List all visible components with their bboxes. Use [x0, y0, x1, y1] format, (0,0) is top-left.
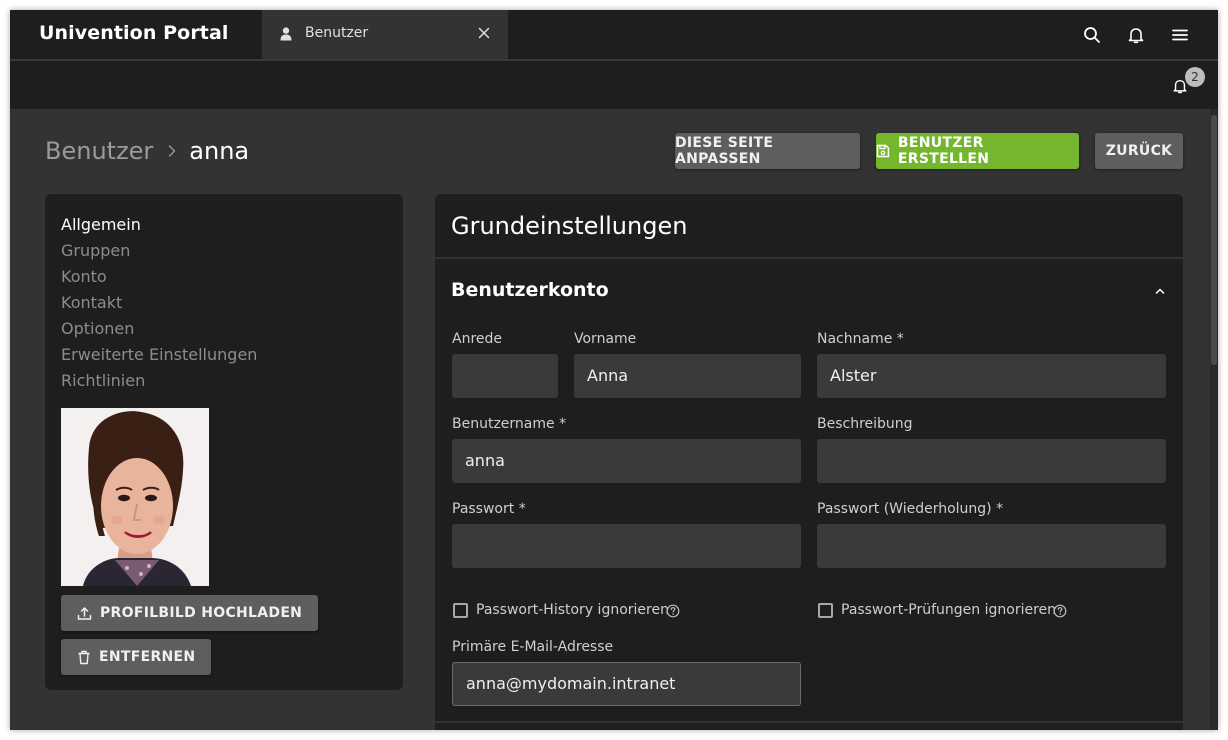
section-divider	[435, 721, 1183, 723]
sidebar-item-allgemein[interactable]: Allgemein	[61, 215, 141, 234]
passwort-field[interactable]	[452, 524, 801, 568]
user-icon	[280, 27, 292, 41]
password-history-label: Passwort-History ignorieren	[476, 602, 669, 618]
benutzername-field[interactable]: anna	[452, 439, 801, 483]
section-title[interactable]: Benutzerkonto	[451, 279, 609, 301]
notification-count-badge[interactable]: 2	[1185, 67, 1205, 87]
sidebar-item-konto[interactable]: Konto	[61, 267, 107, 286]
anrede-label: Anrede	[452, 331, 503, 347]
benutzername-label: Benutzername *	[452, 416, 567, 432]
breadcrumb: Benutzer anna	[45, 137, 249, 165]
panel-divider	[435, 257, 1183, 259]
create-user-label: BENUTZER ERSTELLEN	[897, 135, 990, 167]
sidebar-item-erweiterte-einstellungen[interactable]: Erweiterte Einstellungen	[61, 345, 257, 364]
top-bar: Univention Portal Benutzer	[10, 10, 1218, 59]
anrede-field[interactable]	[452, 354, 558, 398]
search-icon[interactable]	[1083, 26, 1101, 44]
passwort-wiederholung-field[interactable]	[817, 524, 1166, 568]
passwort-wiederholung-label: Passwort (Wiederholung) *	[817, 501, 1004, 517]
chevron-up-icon[interactable]	[1153, 284, 1167, 298]
customize-page-button[interactable]: DIESE SEITE ANPASSEN	[675, 133, 860, 169]
upload-icon	[77, 606, 92, 620]
tab-benutzer[interactable]: Benutzer	[262, 10, 508, 59]
sidebar-item-gruppen[interactable]: Gruppen	[61, 241, 130, 260]
portal-title[interactable]: Univention Portal	[39, 22, 229, 44]
help-icon[interactable]	[666, 604, 680, 618]
nachname-field[interactable]: Alster	[817, 354, 1166, 398]
sidebar-item-kontakt[interactable]: Kontakt	[61, 293, 122, 312]
tab-label: Benutzer	[305, 25, 369, 41]
app-window: Univention Portal Benutzer 2 Benutzer an…	[10, 10, 1218, 730]
remove-photo-button[interactable]: ENTFERNEN	[61, 639, 212, 675]
upload-photo-label: PROFILBILD HOCHLADEN	[100, 605, 303, 621]
beschreibung-label: Beschreibung	[817, 416, 913, 432]
bell-icon[interactable]	[1127, 26, 1145, 44]
chevron-right-icon	[169, 145, 176, 157]
panel-title: Grundeinstellungen	[451, 212, 688, 240]
main-content: Benutzer anna DIESE SEITE ANPASSEN BENUT…	[10, 109, 1218, 730]
passwort-label: Passwort *	[452, 501, 526, 517]
scrollbar-thumb[interactable]	[1211, 115, 1217, 365]
breadcrumb-parent[interactable]: Benutzer	[45, 137, 153, 165]
sidebar: Allgemein Gruppen Konto Kontakt Optionen…	[45, 194, 403, 690]
password-checks-label: Passwort-Prüfungen ignorieren	[841, 602, 1057, 618]
save-icon	[876, 144, 890, 158]
beschreibung-field[interactable]	[817, 439, 1166, 483]
back-button[interactable]: ZURÜCK	[1095, 133, 1183, 169]
notification-bar: 2	[10, 61, 1218, 109]
upload-photo-button[interactable]: PROFILBILD HOCHLADEN	[61, 595, 319, 631]
vorname-field[interactable]: Anna	[574, 354, 801, 398]
breadcrumb-current: anna	[189, 137, 250, 165]
email-field[interactable]: anna@mydomain.intranet	[452, 662, 801, 706]
profile-photo	[61, 408, 209, 586]
password-history-checkbox[interactable]	[453, 603, 468, 618]
vorname-label: Vorname	[574, 331, 637, 347]
trash-icon	[78, 650, 90, 664]
close-icon[interactable]	[478, 27, 490, 39]
create-user-button[interactable]: BENUTZER ERSTELLEN	[876, 133, 1079, 169]
menu-icon[interactable]	[1171, 26, 1189, 44]
password-checks-checkbox[interactable]	[818, 603, 833, 618]
sidebar-item-richtlinien[interactable]: Richtlinien	[61, 371, 145, 390]
email-label: Primäre E-Mail-Adresse	[452, 639, 614, 655]
sidebar-item-optionen[interactable]: Optionen	[61, 319, 134, 338]
settings-panel: Grundeinstellungen Benutzerkonto Anrede …	[435, 194, 1183, 730]
remove-photo-label: ENTFERNEN	[99, 649, 196, 665]
help-icon[interactable]	[1053, 604, 1067, 618]
nachname-label: Nachname *	[817, 331, 904, 347]
